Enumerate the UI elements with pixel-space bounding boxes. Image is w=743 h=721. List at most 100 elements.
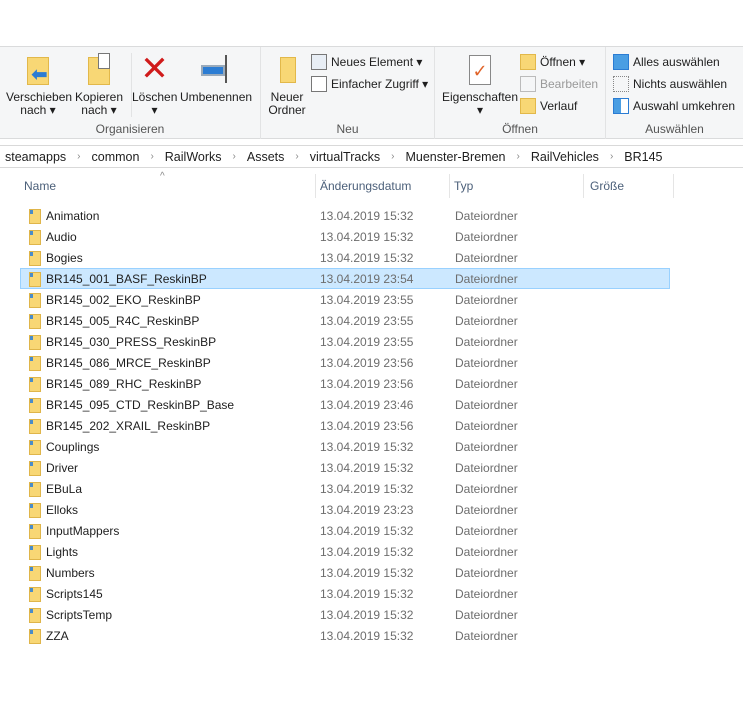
column-type[interactable]: Typ <box>450 174 584 198</box>
file-name: BR145_005_R4C_ReskinBP <box>46 314 200 328</box>
history-icon <box>520 98 536 114</box>
invert-selection-icon <box>613 98 629 114</box>
folder-icon <box>29 209 41 224</box>
file-row[interactable]: BR145_095_CTD_ReskinBP_Base 13.04.2019 23… <box>20 394 670 415</box>
file-name: BR145_202_XRAIL_ReskinBP <box>46 419 211 433</box>
copy-to-icon <box>84 53 114 85</box>
file-row[interactable]: BR145_030_PRESS_ReskinBP 13.04.2019 23:55… <box>20 331 670 352</box>
new-folder-icon <box>272 53 302 85</box>
label: Auswahl umkehren <box>633 99 736 113</box>
breadcrumb-separator-icon[interactable]: › <box>224 151 245 162</box>
folder-icon <box>29 272 41 287</box>
file-row[interactable]: Scripts145 13.04.2019 15:32 Dateiordner <box>20 583 670 604</box>
label: Ordner <box>268 103 306 117</box>
breadcrumb-separator-icon[interactable]: › <box>601 151 622 162</box>
easy-access-icon <box>311 76 327 92</box>
new-item-button[interactable]: Neues Element ▾ <box>311 52 422 72</box>
delete-x-icon: ✕ <box>140 50 169 88</box>
file-row[interactable]: BR145_086_MRCE_ReskinBP 13.04.2019 23:56 D… <box>20 352 670 373</box>
copy-to-button[interactable]: Kopieren nach ▾ <box>72 53 126 117</box>
file-date: 13.04.2019 15:32 <box>320 587 414 601</box>
file-row[interactable]: BR145_005_R4C_ReskinBP 13.04.2019 23:55 Da… <box>20 310 670 331</box>
breadcrumb-item[interactable]: BR145 <box>622 150 664 164</box>
file-date: 13.04.2019 15:32 <box>320 230 414 244</box>
breadcrumb-item[interactable]: Muenster-Bremen <box>403 150 507 164</box>
breadcrumb-item[interactable]: RailWorks <box>163 150 224 164</box>
file-date: 13.04.2019 23:55 <box>320 335 414 349</box>
file-row[interactable]: ZZA 13.04.2019 15:32 Dateiordner <box>20 625 670 646</box>
folder-icon <box>29 230 41 245</box>
file-name: Couplings <box>46 440 100 454</box>
file-row[interactable]: Driver 13.04.2019 15:32 Dateiordner <box>20 457 670 478</box>
folder-icon <box>29 587 41 602</box>
breadcrumb-item[interactable]: Assets <box>245 150 287 164</box>
delete-button[interactable]: ✕ Löschen ▾ <box>131 50 177 117</box>
group-neu: Neuer Ordner Neues Element ▾ Einfacher Zu… <box>261 47 435 139</box>
folder-icon <box>29 566 41 581</box>
breadcrumb-item[interactable]: virtualTracks <box>308 150 382 164</box>
rename-button[interactable]: Umbenennen <box>180 53 252 104</box>
file-row[interactable]: ScriptsTemp 13.04.2019 15:32 Dateiordner <box>20 604 670 625</box>
file-row[interactable]: BR145_002_EKO_ReskinBP 13.04.2019 23:55 Da… <box>20 289 670 310</box>
breadcrumb-separator-icon[interactable]: › <box>141 151 162 162</box>
breadcrumb-separator-icon[interactable]: › <box>286 151 307 162</box>
file-type: Dateiordner <box>455 587 518 601</box>
file-row[interactable]: BR145_202_XRAIL_ReskinBP 13.04.2019 23:56… <box>20 415 670 436</box>
file-date: 13.04.2019 15:32 <box>320 209 414 223</box>
ribbon: ⬅ Verschieben nach ▾ Kopieren nach ▾ ✕ Lös… <box>0 46 743 139</box>
folder-icon <box>29 335 41 350</box>
history-button[interactable]: Verlauf <box>520 96 577 116</box>
file-row[interactable]: Elloks 13.04.2019 23:23 Dateiordner <box>20 499 670 520</box>
file-date: 13.04.2019 23:55 <box>320 293 414 307</box>
file-row[interactable]: Animation 13.04.2019 15:32 Dateiordner <box>20 205 670 226</box>
folder-icon <box>29 251 41 266</box>
column-date[interactable]: Änderungsdatum <box>316 174 450 198</box>
breadcrumb-separator-icon[interactable]: › <box>382 151 403 162</box>
file-row[interactable]: EBuLa 13.04.2019 15:32 Dateiordner <box>20 478 670 499</box>
file-row[interactable]: Audio 13.04.2019 15:32 Dateiordner <box>20 226 670 247</box>
new-folder-button[interactable]: Neuer Ordner <box>265 53 309 117</box>
column-size[interactable]: Größe <box>586 174 674 198</box>
folder-icon <box>29 629 41 644</box>
file-name: InputMappers <box>46 524 120 538</box>
breadcrumb-separator-icon[interactable]: › <box>68 151 89 162</box>
file-type: Dateiordner <box>455 293 518 307</box>
easy-access-button[interactable]: Einfacher Zugriff ▾ <box>311 74 428 94</box>
file-row[interactable]: Lights 13.04.2019 15:32 Dateiordner <box>20 541 670 562</box>
group-label: Öffnen <box>502 122 538 136</box>
move-to-button[interactable]: ⬅ Verschieben nach ▾ <box>6 53 72 117</box>
file-row[interactable]: Numbers 13.04.2019 15:32 Dateiordner <box>20 562 670 583</box>
label: nach ▾ <box>20 103 56 117</box>
group-label: Organisieren <box>95 122 165 136</box>
file-name: Driver <box>46 461 78 475</box>
label: Nichts auswählen <box>633 77 728 91</box>
folder-icon <box>29 608 41 623</box>
folder-icon <box>29 503 41 518</box>
label: Bearbeiten <box>540 77 599 91</box>
file-type: Dateiordner <box>455 608 518 622</box>
breadcrumb[interactable]: steamapps › common › RailWorks › Assets › virtua… <box>0 145 743 168</box>
file-date: 13.04.2019 15:32 <box>320 461 414 475</box>
breadcrumb-item[interactable]: common <box>90 150 142 164</box>
open-button[interactable]: Öffnen ▾ <box>520 52 585 72</box>
file-row[interactable]: Bogies 13.04.2019 15:32 Dateiordner <box>20 247 670 268</box>
folder-icon <box>29 356 41 371</box>
edit-icon <box>520 76 536 92</box>
file-date: 13.04.2019 15:32 <box>320 524 414 538</box>
file-row[interactable]: BR145_089_RHC_ReskinBP 13.04.2019 23:56 Da… <box>20 373 670 394</box>
file-row[interactable]: InputMappers 13.04.2019 15:32 Dateiordner <box>20 520 670 541</box>
breadcrumb-separator-icon[interactable]: › <box>508 151 529 162</box>
invert-selection-button[interactable]: Auswahl umkehren <box>613 96 735 116</box>
column-name[interactable]: Name <box>20 174 316 198</box>
breadcrumb-item[interactable]: RailVehicles <box>529 150 601 164</box>
column-header: ^ Name Änderungsdatum Typ Größe <box>0 171 680 198</box>
select-none-button[interactable]: Nichts auswählen <box>613 74 727 94</box>
file-row[interactable]: BR145_001_BASF_ReskinBP 13.04.2019 23:54 D… <box>20 268 670 289</box>
properties-button[interactable]: ✓ Eigenschaften ▾ <box>439 53 521 117</box>
file-date: 13.04.2019 15:32 <box>320 566 414 580</box>
breadcrumb-item[interactable]: steamapps <box>3 150 68 164</box>
file-date: 13.04.2019 23:56 <box>320 419 414 433</box>
file-row[interactable]: Couplings 13.04.2019 15:32 Dateiordner <box>20 436 670 457</box>
select-all-button[interactable]: Alles auswählen <box>613 52 720 72</box>
folder-icon <box>29 314 41 329</box>
